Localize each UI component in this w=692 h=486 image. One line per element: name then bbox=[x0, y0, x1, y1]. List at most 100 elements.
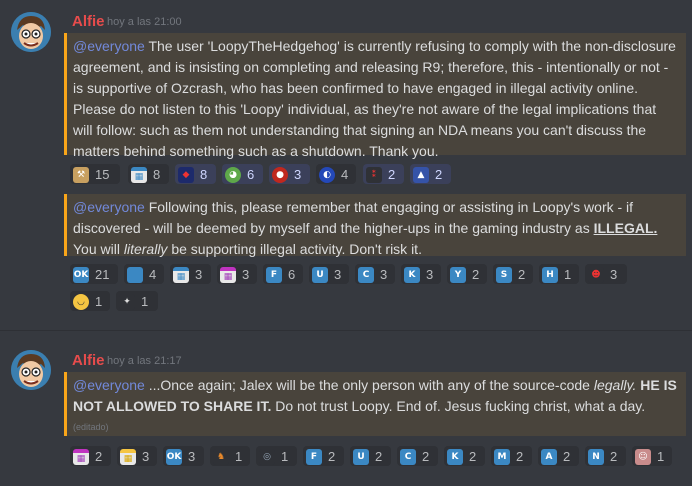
message-divider bbox=[0, 330, 692, 331]
reaction[interactable]: ⚒ 15 bbox=[70, 164, 120, 184]
regional-h-emoji-icon: H bbox=[542, 266, 558, 283]
everyone-mention[interactable]: @everyone bbox=[73, 38, 145, 54]
reaction[interactable]: OK 21 bbox=[70, 264, 118, 284]
message-text: Do not trust Loopy. End of. Jesus fuckin… bbox=[271, 398, 646, 414]
reaction[interactable]: ▦ 2 bbox=[70, 446, 111, 466]
reaction-bar-1: ⚒ 15 ▦ 8 ◆ 8 ◕ 6 ● 3 ◐ 4 ⁑ 2 ▲ 2 bbox=[70, 164, 680, 186]
regional-s-emoji-icon: S bbox=[496, 266, 512, 283]
blue-square-emoji-icon bbox=[127, 266, 143, 283]
reaction-count: 3 bbox=[294, 167, 302, 182]
reaction[interactable]: 4 bbox=[124, 264, 164, 284]
reaction[interactable]: ◐ 4 bbox=[316, 164, 356, 184]
reaction[interactable]: ◆ 8 bbox=[175, 164, 216, 184]
reaction[interactable]: ◡ 1 bbox=[70, 291, 110, 311]
reaction-count: 2 bbox=[516, 449, 524, 464]
author-name[interactable]: Alfie bbox=[72, 13, 105, 30]
message-body: @everyone Following this, please remembe… bbox=[64, 194, 686, 257]
reaction[interactable]: ⁑ 2 bbox=[363, 164, 404, 184]
reaction-bar-2: OK 21 4 ▦ 3 ▦ 3 F 6 U 3 C 3 K 3 Y 2 S 2 … bbox=[70, 264, 680, 286]
regional-c-emoji-icon: C bbox=[358, 266, 374, 283]
regional-a-emoji-icon: A bbox=[541, 448, 557, 465]
reaction-count: 2 bbox=[388, 167, 396, 182]
reaction[interactable]: F 2 bbox=[303, 446, 344, 466]
avatar[interactable] bbox=[11, 350, 51, 390]
pepe-emoji-icon: ◕ bbox=[225, 166, 241, 183]
reaction[interactable]: ☺ 1 bbox=[632, 446, 672, 466]
reaction-count: 2 bbox=[610, 449, 618, 464]
message-text: be supporting illegal activity. Don't ri… bbox=[167, 241, 422, 257]
reaction-count: 3 bbox=[610, 267, 618, 282]
reaction-count: 3 bbox=[242, 267, 250, 282]
reaction[interactable]: U 3 bbox=[309, 264, 349, 284]
message-group-2: Alfie hoy a las 21:17 @everyone ...Once … bbox=[0, 340, 692, 486]
reaction[interactable]: K 2 bbox=[444, 446, 485, 466]
reaction-count: 6 bbox=[288, 267, 296, 282]
reaction[interactable]: M 2 bbox=[491, 446, 532, 466]
reaction-count: 4 bbox=[149, 267, 157, 282]
regional-c-emoji-icon: C bbox=[400, 448, 416, 465]
reaction-count: 1 bbox=[95, 294, 103, 309]
reaction[interactable]: C 2 bbox=[397, 446, 438, 466]
reaction[interactable]: ▲ 2 bbox=[410, 164, 451, 184]
reaction-count: 3 bbox=[426, 267, 434, 282]
reaction-count: 2 bbox=[375, 449, 383, 464]
reaction-count: 8 bbox=[200, 167, 208, 182]
reaction[interactable]: H 1 bbox=[539, 264, 579, 284]
reaction[interactable]: ▦ 3 bbox=[170, 264, 211, 284]
reaction[interactable]: OK 3 bbox=[163, 446, 204, 466]
sonic-emoji-icon: ◐ bbox=[319, 166, 335, 183]
reaction-count: 1 bbox=[564, 267, 572, 282]
reaction[interactable]: A 2 bbox=[538, 446, 579, 466]
reaction[interactable]: ▦ 3 bbox=[117, 446, 157, 466]
calendar-emoji-icon: ▦ bbox=[173, 266, 189, 283]
reaction-count: 3 bbox=[195, 267, 203, 282]
author-name[interactable]: Alfie bbox=[72, 352, 105, 369]
owl-emoji-icon: ◎ bbox=[259, 448, 275, 465]
reaction[interactable]: ● 3 bbox=[269, 164, 310, 184]
reaction[interactable]: F 6 bbox=[263, 264, 303, 284]
message-timestamp: hoy a las 21:17 bbox=[107, 355, 182, 367]
reaction[interactable]: ▦ 3 bbox=[217, 264, 257, 284]
reaction[interactable]: ✦ 1 bbox=[116, 291, 158, 311]
regional-y-emoji-icon: Y bbox=[450, 266, 466, 283]
regional-f-emoji-icon: F bbox=[266, 266, 282, 283]
reaction[interactable]: ☻ 3 bbox=[585, 264, 627, 284]
reaction[interactable]: U 2 bbox=[350, 446, 391, 466]
regional-m-emoji-icon: M bbox=[494, 448, 510, 465]
reaction-count: 2 bbox=[328, 449, 336, 464]
reaction-count: 6 bbox=[247, 167, 255, 182]
fox-emoji-icon: ♞ bbox=[213, 448, 229, 465]
message-bold-text: ILLEGAL. bbox=[593, 220, 658, 236]
sonic-sticker-emoji-icon: ✦ bbox=[119, 293, 135, 310]
reaction[interactable]: C 3 bbox=[355, 264, 395, 284]
message-italic-text: legally. bbox=[593, 377, 637, 393]
everyone-mention[interactable]: @everyone bbox=[73, 199, 145, 215]
sweat-smile-emoji-icon: ◡ bbox=[73, 293, 89, 310]
avatar[interactable] bbox=[11, 12, 51, 52]
reaction-count: 2 bbox=[422, 449, 430, 464]
reaction[interactable]: K 3 bbox=[401, 264, 441, 284]
reaction[interactable]: ▦ 8 bbox=[128, 164, 169, 184]
face-emoji-icon: ☺ bbox=[635, 448, 651, 465]
message-timestamp: hoy a las 21:00 bbox=[107, 16, 182, 28]
reaction-count: 2 bbox=[563, 449, 571, 464]
reaction[interactable]: N 2 bbox=[585, 446, 626, 466]
reaction[interactable]: Y 2 bbox=[447, 264, 487, 284]
reaction-count: 21 bbox=[95, 267, 110, 282]
regional-k-emoji-icon: K bbox=[447, 448, 463, 465]
reaction[interactable]: ♞ 1 bbox=[210, 446, 250, 466]
gaster-emoji-icon: ☻ bbox=[588, 266, 604, 283]
message-text: You will bbox=[73, 241, 124, 257]
message-text: Following this, please remember that eng… bbox=[73, 199, 634, 236]
message-text: ...Once again; Jalex will be the only pe… bbox=[144, 377, 594, 393]
reaction[interactable]: ◎ 1 bbox=[256, 446, 297, 466]
reaction-count: 8 bbox=[153, 167, 161, 182]
reaction[interactable]: ◕ 6 bbox=[222, 164, 263, 184]
reaction-count: 1 bbox=[141, 294, 149, 309]
regional-f-emoji-icon: F bbox=[306, 448, 322, 465]
reaction-count: 4 bbox=[341, 167, 349, 182]
reaction[interactable]: S 2 bbox=[493, 264, 533, 284]
everyone-mention[interactable]: @everyone bbox=[73, 377, 145, 393]
yellow-calendar-emoji-icon: ▦ bbox=[120, 448, 136, 465]
message-body: @everyone ...Once again; Jalex will be t… bbox=[64, 372, 686, 436]
